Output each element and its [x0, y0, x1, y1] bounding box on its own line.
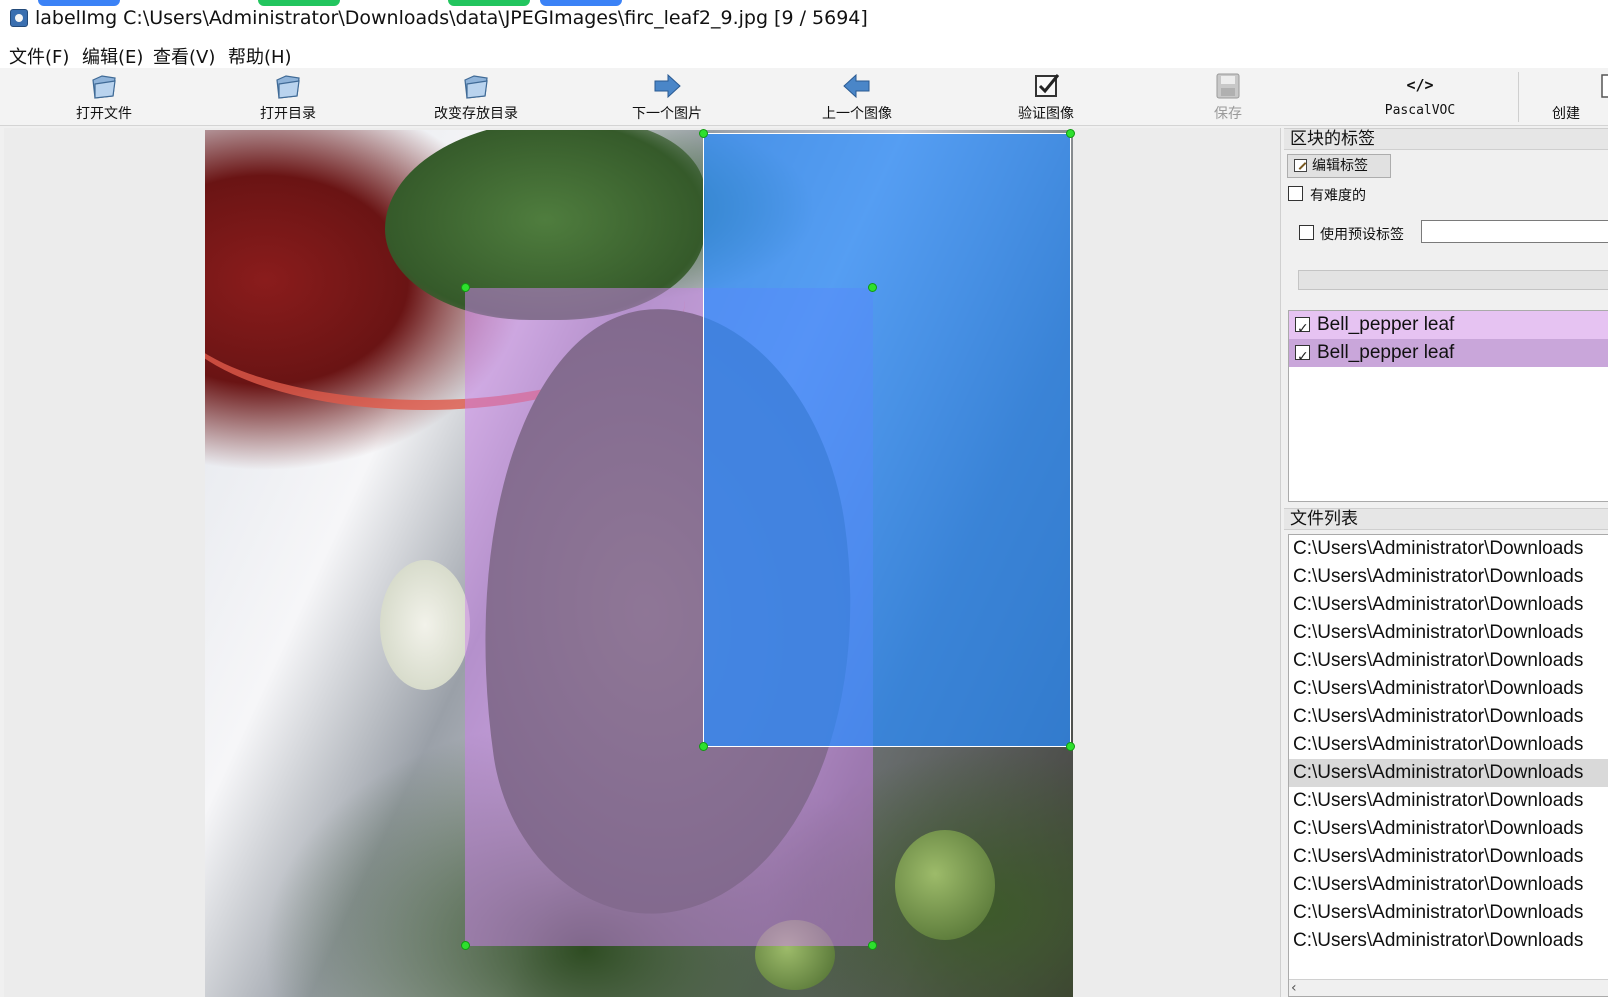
file-list-item[interactable]: C:\Users\Administrator\Downloads: [1289, 899, 1608, 927]
window-title: labelImg C:\Users\Administrator\Download…: [35, 7, 868, 29]
file-list[interactable]: C:\Users\Administrator\Downloads C:\User…: [1288, 534, 1608, 997]
use-default-label-checkbox[interactable]: [1299, 225, 1314, 240]
change-dir-icon: [464, 75, 488, 99]
save-disk-icon: [1216, 73, 1240, 99]
title-bar: labelImg C:\Users\Administrator\Download…: [0, 0, 1608, 38]
label-visible-checkbox[interactable]: [1295, 315, 1310, 343]
box-corner-handle[interactable]: [1066, 129, 1075, 138]
menu-file[interactable]: 文件(F): [9, 43, 69, 69]
side-dock: 区块的标签 编辑标签 有难度的 使用预设标签 Bell_pepper leaf …: [1284, 128, 1608, 997]
change-save-dir-button[interactable]: 改变存放目录: [420, 70, 532, 124]
file-list-item[interactable]: C:\Users\Administrator\Downloads: [1289, 927, 1608, 955]
use-default-label-text: 使用预设标签: [1320, 227, 1404, 243]
taskbar-tab-accent: [448, 0, 530, 6]
verify-image-button[interactable]: 验证图像: [998, 70, 1094, 124]
scroll-left-icon[interactable]: ‹: [1291, 980, 1297, 996]
image-content: [895, 830, 995, 940]
label-text: Bell_pepper leaf: [1317, 314, 1455, 335]
file-list-item[interactable]: C:\Users\Administrator\Downloads: [1289, 843, 1608, 871]
file-list-item[interactable]: C:\Users\Administrator\Downloads: [1289, 535, 1608, 563]
create-box-icon: [1601, 74, 1608, 98]
open-dir-label: 打开目录: [260, 106, 316, 122]
label-visible-checkbox[interactable]: [1295, 343, 1310, 371]
menu-view[interactable]: 查看(V): [153, 43, 215, 69]
create-box-button[interactable]: 创建: [1550, 70, 1608, 124]
box-corner-handle[interactable]: [461, 941, 470, 950]
file-list-header: 文件列表: [1284, 508, 1608, 530]
file-list-item[interactable]: C:\Users\Administrator\Downloads: [1289, 703, 1608, 731]
edit-label-text: 编辑标签: [1312, 158, 1368, 174]
image-content: [380, 560, 470, 690]
horizontal-scrollbar[interactable]: ‹: [1289, 979, 1608, 996]
next-arrow-icon: [654, 73, 681, 99]
file-list-item[interactable]: C:\Users\Administrator\Downloads: [1289, 731, 1608, 759]
format-label: PascalVOC: [1384, 103, 1456, 118]
next-image-label: 下一个图片: [632, 106, 702, 122]
menu-bar: 文件(F) 编辑(E) 查看(V) 帮助(H): [0, 38, 1608, 68]
code-tag-icon: </>: [1406, 76, 1434, 94]
prev-image-button[interactable]: 上一个图像: [802, 70, 912, 124]
toolbar: 打开文件 打开目录 改变存放目录 下一个图片 上一个图像 验证图像 保存 </>…: [0, 68, 1608, 126]
file-list-item-selected[interactable]: C:\Users\Administrator\Downloads: [1289, 759, 1608, 787]
taskbar-tab-accent: [540, 0, 622, 6]
taskbar-tab-accent: [38, 0, 120, 6]
box-corner-handle[interactable]: [868, 941, 877, 950]
verify-image-label: 验证图像: [1018, 106, 1074, 122]
edit-pencil-icon: [1294, 159, 1307, 172]
verify-check-icon: [1035, 74, 1060, 97]
bounding-box[interactable]: [703, 133, 1071, 747]
file-list-item[interactable]: C:\Users\Administrator\Downloads: [1289, 787, 1608, 815]
save-label: 保存: [1214, 106, 1242, 122]
prev-image-label: 上一个图像: [822, 106, 892, 122]
open-dir-icon: [276, 75, 300, 99]
file-list-item[interactable]: C:\Users\Administrator\Downloads: [1289, 647, 1608, 675]
open-folder-icon: [92, 75, 116, 99]
difficult-label: 有难度的: [1310, 188, 1366, 204]
box-corner-handle[interactable]: [868, 283, 877, 292]
create-box-label: 创建: [1552, 106, 1580, 122]
toolbar-separator: [1518, 72, 1519, 122]
label-list-item[interactable]: Bell_pepper leaf: [1289, 339, 1608, 371]
box-corner-handle[interactable]: [699, 129, 708, 138]
box-corner-handle[interactable]: [1066, 742, 1075, 751]
labelimg-app-icon: [10, 9, 28, 27]
box-labels-header: 区块的标签: [1284, 128, 1608, 150]
label-list[interactable]: Bell_pepper leaf Bell_pepper leaf: [1288, 310, 1608, 502]
menu-edit[interactable]: 编辑(E): [82, 43, 143, 69]
taskbar-tab-accent: [258, 0, 340, 6]
file-list-item[interactable]: C:\Users\Administrator\Downloads: [1289, 871, 1608, 899]
next-image-button[interactable]: 下一个图片: [612, 70, 722, 124]
file-list-item[interactable]: C:\Users\Administrator\Downloads: [1289, 619, 1608, 647]
file-list-item[interactable]: C:\Users\Administrator\Downloads: [1289, 563, 1608, 591]
label-combo-box[interactable]: [1298, 270, 1608, 290]
file-list-item[interactable]: C:\Users\Administrator\Downloads: [1289, 815, 1608, 843]
open-file-label: 打开文件: [76, 106, 132, 122]
format-pascalvoc-button[interactable]: </> PascalVOC: [1370, 70, 1470, 124]
difficult-checkbox[interactable]: [1288, 186, 1303, 201]
label-list-item[interactable]: Bell_pepper leaf: [1289, 311, 1608, 343]
prev-arrow-icon: [843, 73, 870, 99]
file-list-item[interactable]: C:\Users\Administrator\Downloads: [1289, 591, 1608, 619]
box-corner-handle[interactable]: [461, 283, 470, 292]
save-button[interactable]: 保存: [1188, 70, 1268, 124]
open-file-button[interactable]: 打开文件: [56, 70, 152, 124]
open-dir-button[interactable]: 打开目录: [240, 70, 336, 124]
box-corner-handle[interactable]: [699, 742, 708, 751]
change-save-dir-label: 改变存放目录: [434, 106, 518, 122]
default-label-input[interactable]: [1421, 220, 1608, 243]
file-list-item[interactable]: C:\Users\Administrator\Downloads: [1289, 675, 1608, 703]
menu-help[interactable]: 帮助(H): [228, 43, 292, 69]
edit-label-button[interactable]: 编辑标签: [1287, 154, 1391, 178]
label-text: Bell_pepper leaf: [1317, 342, 1455, 363]
